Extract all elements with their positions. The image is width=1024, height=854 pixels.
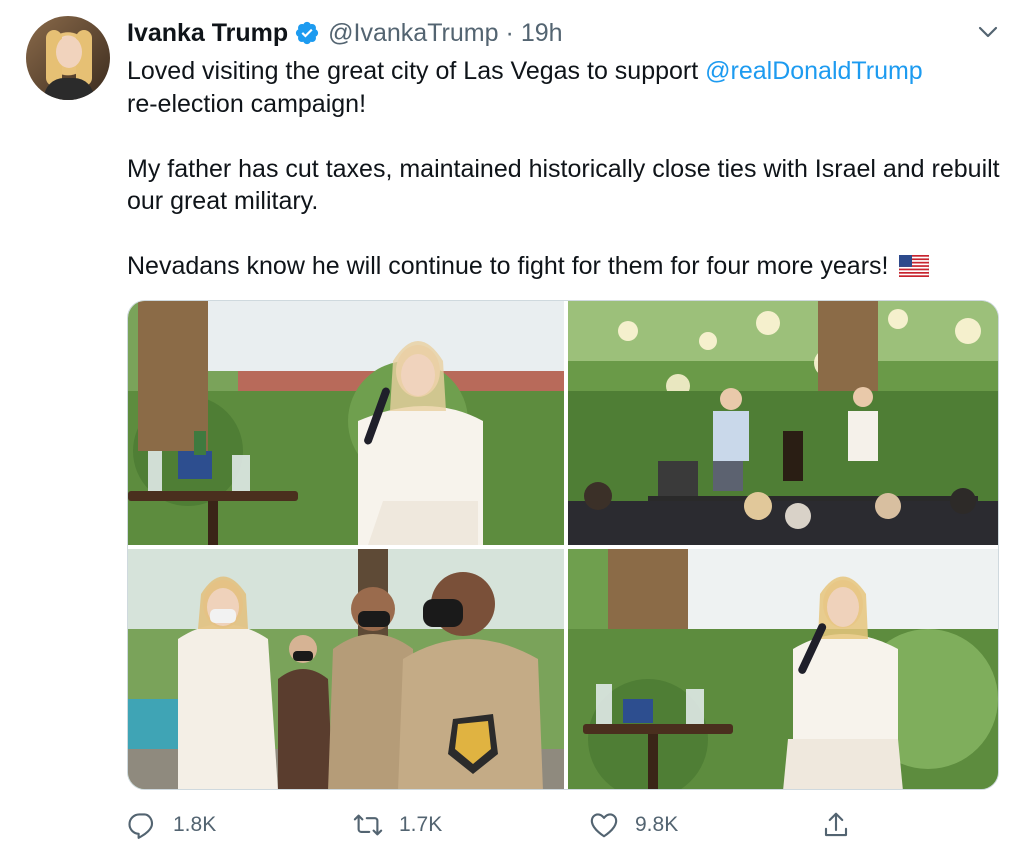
tweet[interactable]: Ivanka Trump @IvankaTrump · 19h Loved vi… (0, 0, 1024, 854)
separator-dot: · (505, 18, 514, 47)
timestamp[interactable]: 19h (521, 19, 563, 48)
text-paragraph-3: Nevadans know he will continue to fight … (127, 252, 896, 280)
display-name[interactable]: Ivanka Trump (127, 19, 288, 48)
tweet-header: Ivanka Trump @IvankaTrump · 19h (127, 16, 563, 50)
photo-1[interactable] (128, 301, 564, 545)
tweet-text: Loved visiting the great city of Las Veg… (127, 55, 1007, 283)
tweet-actions: 1.8K 1.7K 9.8K (127, 808, 1007, 842)
like-button[interactable]: 9.8K (589, 808, 678, 842)
avatar[interactable] (26, 16, 110, 100)
photo-3[interactable] (128, 549, 564, 789)
reply-button[interactable]: 1.8K (127, 808, 216, 842)
retweet-button[interactable]: 1.7K (353, 808, 442, 842)
text-line1-continued: re-election campaign! (127, 89, 367, 118)
mention-link[interactable]: @realDonaldTrump (705, 57, 923, 85)
photo-2[interactable] (568, 301, 998, 545)
media-grid[interactable] (127, 300, 999, 790)
verified-badge-icon (294, 20, 320, 46)
like-count: 9.8K (635, 813, 679, 836)
reply-count: 1.8K (173, 813, 217, 836)
text-line1: Loved visiting the great city of Las Veg… (127, 57, 706, 85)
photo-4[interactable] (568, 549, 998, 789)
chevron-down-icon[interactable] (976, 20, 1000, 44)
retweet-count: 1.7K (399, 813, 443, 836)
heart-icon (590, 813, 618, 838)
text-paragraph-2: My father has cut taxes, maintained hist… (127, 154, 1000, 216)
handle[interactable]: @IvankaTrump (328, 19, 498, 48)
reply-icon (128, 813, 154, 839)
retweet-icon (353, 814, 383, 836)
share-button[interactable] (821, 808, 867, 842)
us-flag-icon (899, 253, 930, 278)
share-icon (824, 812, 848, 837)
